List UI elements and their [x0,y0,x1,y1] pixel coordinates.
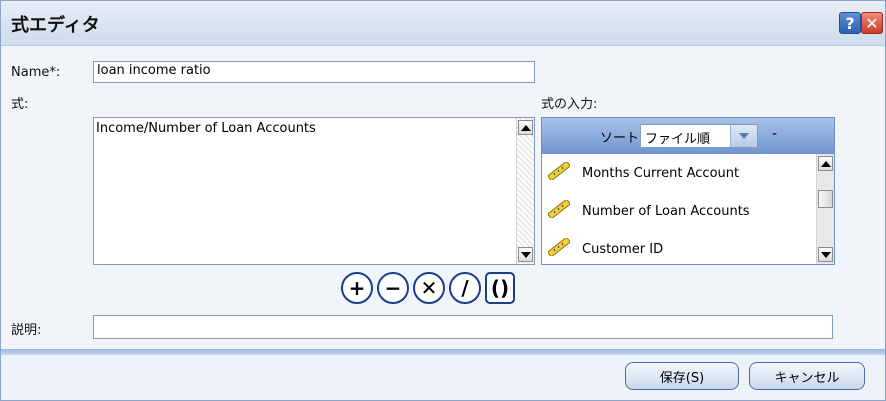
multiply-button[interactable]: ✕ [413,272,445,304]
multiply-icon: ✕ [420,276,438,300]
scroll-thumb[interactable] [818,190,833,208]
plus-icon: + [348,276,366,300]
ruler-icon [548,162,570,180]
sort-order-value: ファイル順 [645,132,711,147]
close-icon: ✕ [865,13,879,33]
expression-label: 式: [11,97,29,112]
title-bar: 式エディタ ? ✕ [1,1,885,46]
field-item-customer-id[interactable]: Customer ID [542,230,816,264]
sort-label: ソート [600,131,640,146]
description-label: 説明: [11,323,42,338]
expression-textarea[interactable]: Income/Number of Loan Accounts [93,117,535,265]
expression-scrollbar[interactable] [516,118,534,264]
parentheses-icon: () [490,276,510,300]
sort-order-select[interactable]: ファイル順 [640,124,758,148]
field-list-scrollbar[interactable] [816,154,834,264]
chevron-down-icon [739,133,749,139]
name-input[interactable]: loan income ratio [93,61,535,83]
chevron-down-icon [520,251,531,258]
parentheses-button[interactable]: () [485,272,515,304]
scroll-up-button[interactable] [818,156,833,171]
scroll-up-button[interactable] [518,120,533,135]
help-icon: ? [845,13,855,33]
expression-editor-dialog: 式エディタ ? ✕ Name*: loan income ratio 式: 式の… [0,0,886,401]
field-list: Months Current Account Number of Loan Ac… [542,154,816,264]
minus-button[interactable]: − [377,272,409,304]
expression-input-label: 式の入力: [541,97,598,112]
field-panel-header: ソート ファイル順 - [542,118,834,154]
ruler-icon [548,200,570,218]
description-input[interactable] [93,315,833,339]
scroll-down-button[interactable] [518,247,533,262]
name-label: Name*: [11,65,61,80]
scroll-down-button[interactable] [818,247,833,262]
field-item-label: Customer ID [582,242,664,257]
save-button[interactable]: 保存(S) [625,362,739,390]
minus-icon: − [384,276,402,300]
chevron-up-icon [820,160,831,167]
ruler-icon [548,238,570,256]
dropdown-button[interactable] [730,125,757,147]
panel-dash: - [772,126,778,142]
field-item-months-current-account[interactable]: Months Current Account [542,154,816,192]
field-item-number-of-loan-accounts[interactable]: Number of Loan Accounts [542,192,816,230]
plus-button[interactable]: + [341,272,373,304]
chevron-up-icon [520,124,531,131]
field-input-panel: ソート ファイル順 - Months Current Account Numbe… [541,117,835,265]
dialog-title: 式エディタ [11,15,100,36]
field-item-label: Number of Loan Accounts [582,204,750,219]
field-item-label: Months Current Account [582,166,740,181]
expression-text: Income/Number of Loan Accounts [96,121,316,136]
chevron-down-icon [820,251,831,258]
close-button[interactable]: ✕ [861,12,883,34]
divide-icon: / [461,276,469,300]
divide-button[interactable]: / [449,272,481,304]
help-button[interactable]: ? [839,12,861,34]
cancel-button[interactable]: キャンセル [749,362,865,390]
